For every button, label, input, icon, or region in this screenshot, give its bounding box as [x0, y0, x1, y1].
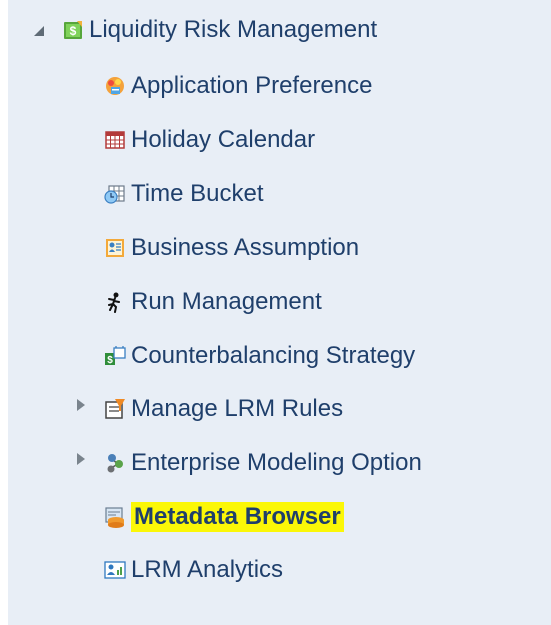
- tree-item-label: Enterprise Modeling Option: [131, 449, 422, 476]
- tree-item-counterbalancing-strategy[interactable]: $ Counterbalancing Strategy: [104, 337, 415, 375]
- tree-item-label: Run Management: [131, 288, 322, 315]
- tree-item-label: LRM Analytics: [131, 556, 284, 583]
- expand-toggle-icon[interactable]: [74, 398, 88, 412]
- tree-item-holiday-calendar[interactable]: Holiday Calendar: [104, 121, 315, 159]
- money-folder-icon: $: [62, 19, 84, 41]
- business-form-icon: [104, 237, 126, 259]
- money-strategy-icon: $: [104, 345, 126, 367]
- tree-item-label: Time Bucket: [131, 180, 264, 207]
- navigation-tree-panel: $ Liquidity Risk Management Application …: [8, 0, 551, 625]
- tree-item-application-preference[interactable]: Application Preference: [104, 67, 372, 105]
- tree-item-run-management[interactable]: Run Management: [104, 283, 322, 321]
- svg-text:$: $: [107, 355, 113, 366]
- tree-item-enterprise-modeling-option[interactable]: Enterprise Modeling Option: [104, 444, 422, 482]
- svg-text:$: $: [70, 24, 77, 38]
- expand-toggle-icon[interactable]: [74, 452, 88, 466]
- molecule-icon: [104, 452, 126, 474]
- tree-item-label: Counterbalancing Strategy: [131, 342, 416, 369]
- tree-root-liquidity-risk-management[interactable]: $ Liquidity Risk Management: [62, 11, 377, 49]
- analytics-user-icon: [104, 559, 126, 581]
- tree-item-label: Application Preference: [131, 72, 373, 99]
- running-man-icon: [104, 291, 126, 313]
- calendar-grid-icon: [104, 129, 126, 151]
- tree-root-label: Liquidity Risk Management: [89, 16, 378, 43]
- tree-item-manage-lrm-rules[interactable]: Manage LRM Rules: [104, 390, 343, 428]
- tree-item-metadata-browser[interactable]: Metadata Browser: [104, 498, 344, 536]
- tree-item-time-bucket[interactable]: Time Bucket: [104, 175, 263, 213]
- paint-palette-icon: [104, 75, 126, 97]
- time-bucket-icon: [104, 183, 126, 205]
- tree-item-label: Manage LRM Rules: [131, 395, 344, 422]
- tree-item-label: Holiday Calendar: [131, 126, 316, 153]
- collapse-toggle-icon[interactable]: [32, 24, 46, 38]
- metadata-browser-icon: [104, 506, 126, 528]
- tree-item-business-assumption[interactable]: Business Assumption: [104, 229, 359, 267]
- rules-filter-icon: [104, 398, 126, 420]
- tree-item-label-selected: Metadata Browser: [131, 502, 344, 532]
- tree-item-lrm-analytics[interactable]: LRM Analytics: [104, 551, 283, 589]
- tree-item-label: Business Assumption: [131, 234, 360, 261]
